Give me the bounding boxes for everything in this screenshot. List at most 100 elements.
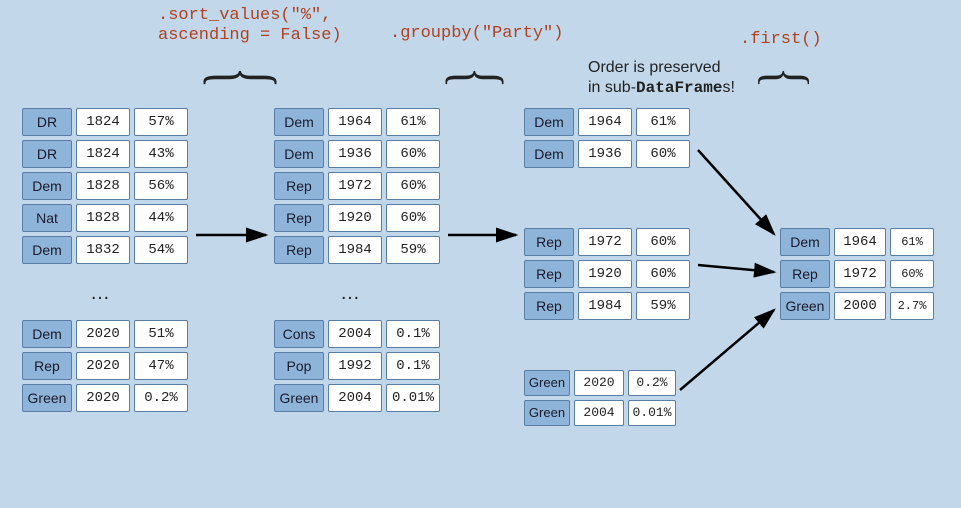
table-row: Rep197260% bbox=[274, 172, 440, 200]
table-row: Green20040.01% bbox=[274, 384, 440, 412]
cell-pct: 43% bbox=[134, 140, 188, 168]
cell-party: Green bbox=[780, 292, 830, 320]
table-row: Dem196461% bbox=[274, 108, 440, 136]
cell-pct: 44% bbox=[134, 204, 188, 232]
cell-pct: 0.2% bbox=[134, 384, 188, 412]
cell-pct: 60% bbox=[636, 140, 690, 168]
cell-year: 1824 bbox=[76, 108, 130, 136]
cell-year: 2020 bbox=[76, 352, 130, 380]
label-first: .first() bbox=[740, 30, 822, 50]
cell-year: 2004 bbox=[328, 320, 382, 348]
table-row: Dem196461% bbox=[780, 228, 934, 256]
cell-pct: 57% bbox=[134, 108, 188, 136]
cell-party: Dem bbox=[780, 228, 830, 256]
cell-year: 1964 bbox=[328, 108, 382, 136]
cell-party: Rep bbox=[780, 260, 830, 288]
cell-year: 1828 bbox=[76, 172, 130, 200]
cell-party: Green bbox=[524, 370, 570, 396]
label-sort: .sort_values("%", ascending = False) bbox=[158, 6, 342, 47]
table-row: Rep192060% bbox=[274, 204, 440, 232]
table-row: Rep198459% bbox=[274, 236, 440, 264]
table-row: Rep197260% bbox=[524, 228, 690, 256]
brace-first: } bbox=[745, 67, 816, 88]
table-row: DR182443% bbox=[22, 140, 188, 168]
cell-party: Nat bbox=[22, 204, 72, 232]
table-row: Green20002.7% bbox=[780, 292, 934, 320]
table-group-rep: Rep197260% Rep192060% Rep198459% bbox=[524, 228, 690, 324]
table-row: Dem193660% bbox=[274, 140, 440, 168]
cell-pct: 0.2% bbox=[628, 370, 676, 396]
table-row: Dem196461% bbox=[524, 108, 690, 136]
cell-party: Green bbox=[22, 384, 72, 412]
cell-year: 2004 bbox=[328, 384, 382, 412]
cell-year: 1964 bbox=[578, 108, 632, 136]
cell-party: Rep bbox=[524, 228, 574, 256]
ellipsis-sorted: … bbox=[340, 282, 360, 305]
cell-pct: 60% bbox=[890, 260, 934, 288]
table-row: Rep202047% bbox=[22, 352, 188, 380]
cell-year: 1936 bbox=[578, 140, 632, 168]
table-sorted-bottom: Cons20040.1% Pop19920.1% Green20040.01% bbox=[274, 320, 440, 416]
cell-year: 2000 bbox=[834, 292, 886, 320]
cell-party: Dem bbox=[274, 108, 324, 136]
cell-pct: 56% bbox=[134, 172, 188, 200]
cell-pct: 60% bbox=[386, 172, 440, 200]
cell-year: 2004 bbox=[574, 400, 624, 426]
ellipsis-orig: … bbox=[90, 282, 110, 305]
cell-pct: 61% bbox=[386, 108, 440, 136]
cell-pct: 0.01% bbox=[628, 400, 676, 426]
cell-party: Dem bbox=[524, 140, 574, 168]
cell-pct: 61% bbox=[890, 228, 934, 256]
cell-party: Pop bbox=[274, 352, 324, 380]
cell-year: 1992 bbox=[328, 352, 382, 380]
table-sorted-top: Dem196461%Dem193660%Rep197260%Rep192060%… bbox=[274, 108, 440, 268]
cell-party: DR bbox=[22, 108, 72, 136]
cell-year: 1920 bbox=[328, 204, 382, 232]
cell-party: Rep bbox=[22, 352, 72, 380]
cell-party: Rep bbox=[274, 204, 324, 232]
cell-pct: 60% bbox=[386, 204, 440, 232]
cell-year: 1972 bbox=[834, 260, 886, 288]
cell-year: 1824 bbox=[76, 140, 130, 168]
table-original-bottom: Dem202051%Rep202047%Green20200.2% bbox=[22, 320, 188, 416]
table-row: Green20200.2% bbox=[22, 384, 188, 412]
table-result: Dem196461% Rep197260% Green20002.7% bbox=[780, 228, 934, 324]
table-row: Cons20040.1% bbox=[274, 320, 440, 348]
cell-year: 2020 bbox=[574, 370, 624, 396]
cell-year: 1832 bbox=[76, 236, 130, 264]
table-original-top: DR182457%DR182443%Dem182856%Nat182844%De… bbox=[22, 108, 188, 268]
table-row: Nat182844% bbox=[22, 204, 188, 232]
cell-year: 2020 bbox=[76, 384, 130, 412]
cell-party: Dem bbox=[22, 236, 72, 264]
cell-year: 1972 bbox=[578, 228, 632, 256]
table-row: Rep198459% bbox=[524, 292, 690, 320]
cell-party: Rep bbox=[524, 292, 574, 320]
brace-sort: } bbox=[185, 67, 287, 88]
cell-year: 1964 bbox=[834, 228, 886, 256]
cell-pct: 61% bbox=[636, 108, 690, 136]
table-row: Rep197260% bbox=[780, 260, 934, 288]
cell-year: 1936 bbox=[328, 140, 382, 168]
cell-pct: 47% bbox=[134, 352, 188, 380]
cell-year: 1984 bbox=[328, 236, 382, 264]
table-row: Dem183254% bbox=[22, 236, 188, 264]
cell-year: 2020 bbox=[76, 320, 130, 348]
cell-pct: 54% bbox=[134, 236, 188, 264]
label-groupby: .groupby("Party") bbox=[390, 24, 563, 44]
cell-pct: 0.1% bbox=[386, 352, 440, 380]
cell-pct: 0.01% bbox=[386, 384, 440, 412]
table-row: Green20040.01% bbox=[524, 400, 676, 426]
table-row: Dem202051% bbox=[22, 320, 188, 348]
cell-pct: 0.1% bbox=[386, 320, 440, 348]
table-row: Dem193660% bbox=[524, 140, 690, 168]
table-row: Rep192060% bbox=[524, 260, 690, 288]
cell-party: Dem bbox=[22, 172, 72, 200]
note-order: Order is preserved in sub-DataFrames! bbox=[588, 58, 735, 98]
table-row: Dem182856% bbox=[22, 172, 188, 200]
table-group-dem: Dem196461% Dem193660% bbox=[524, 108, 690, 172]
cell-year: 1984 bbox=[578, 292, 632, 320]
table-row: Pop19920.1% bbox=[274, 352, 440, 380]
cell-year: 1828 bbox=[76, 204, 130, 232]
brace-groupby: } bbox=[430, 67, 512, 88]
cell-pct: 2.7% bbox=[890, 292, 934, 320]
